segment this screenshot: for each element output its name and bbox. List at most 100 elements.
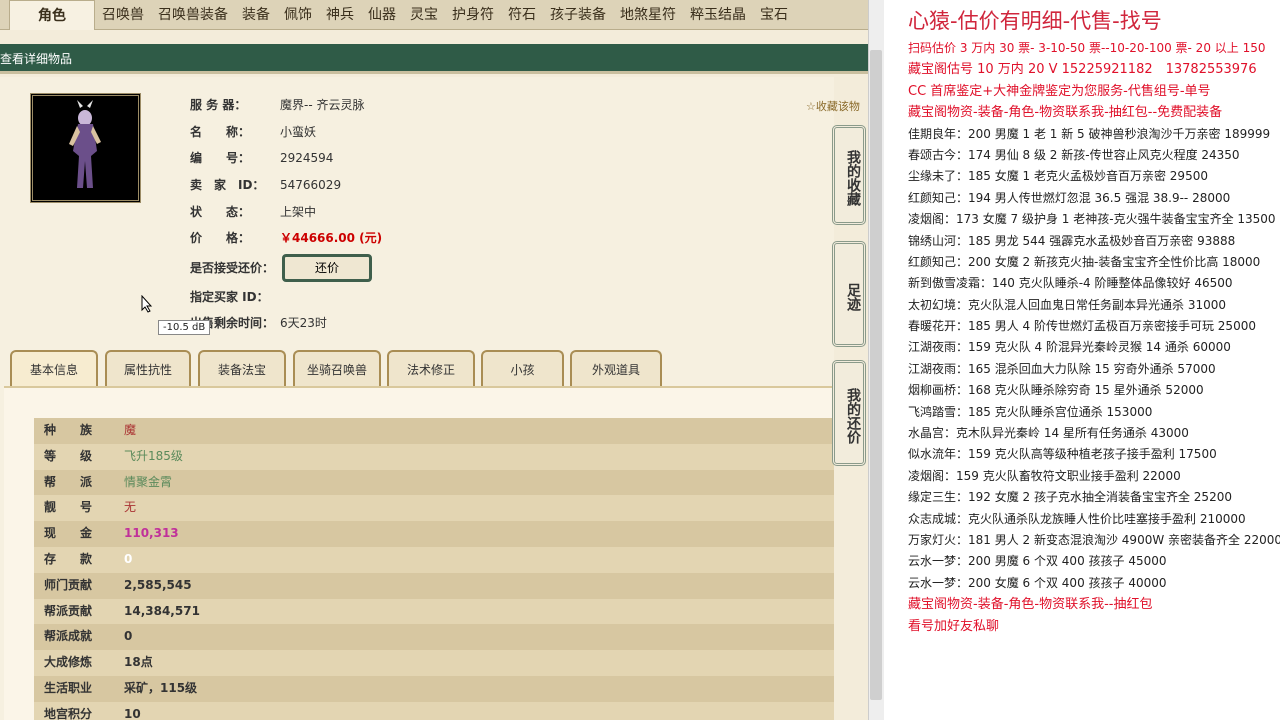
attribute-key: 现 金 [44, 526, 93, 541]
attribute-row: 地宫积分 10 [34, 701, 834, 720]
detail-tab[interactable]: 属性抗性 [105, 350, 191, 386]
server-row: 服 务 器： 魔界-- 齐云灵脉 [190, 95, 364, 115]
attribute-row: 帮 派 情聚金霄 [34, 469, 834, 496]
promo-line-text: 云水一梦：200 男魔 6 个双 400 孩孩子 45000 [908, 554, 1167, 569]
promo-line-text: 春暖花开：185 男人 4 阶传世燃灯孟极百万亲密接手可玩 25000 [908, 319, 1256, 334]
nav-tab[interactable]: 地煞星符 [613, 0, 683, 30]
promo-line: 凌烟阁：173 女魔 7 级护身 1 老神孩-克火强牛装备宝宝齐全 13500 [908, 209, 1280, 230]
promo-line: 江湖夜雨：165 混杀回血大力队除 15 穷奇外通杀 57000 [908, 359, 1280, 380]
detail-tab[interactable]: 外观道具 [570, 350, 662, 386]
side-button[interactable]: 足迹 [832, 241, 866, 347]
promo-line-text: 藏宝阁物资-装备-角色-物资联系我--抽红包 [908, 597, 1153, 613]
detail-tab[interactable]: 法术修正 [387, 350, 475, 386]
nav-tab[interactable]: 装备 [235, 0, 277, 30]
price-value: ￥44666.00 (元) [280, 231, 383, 245]
nav-tab[interactable]: 灵宝 [403, 0, 445, 30]
promo-line-text: 新到傲雪凌霜：140 克火队睡杀-4 阶睡整体品像较好 46500 [908, 276, 1233, 291]
scrollbar-thumb[interactable] [870, 50, 882, 700]
nav-tab[interactable]: 佩饰 [277, 0, 319, 30]
promo-title: 心猿-估价有明细-代售-找号 [908, 9, 1162, 33]
promo-line: CC 首席鉴定+大神金牌鉴定为您服务-代售组号-单号 [908, 81, 1280, 102]
promo-line-text: 扫码估价 3 万内 30 票- 3-10-50 票--10-20-100 票- … [908, 41, 1266, 55]
name-label: 名 称： [190, 125, 251, 139]
attribute-row: 大成修炼 18点 [34, 650, 834, 676]
side-button[interactable]: 我的收藏 [832, 125, 866, 225]
attribute-table: 种 族 魔等 级 飞升185级帮 派 情聚金霄靓 号 无现 金 110,313 存 款 0 师门… [34, 418, 834, 720]
seller-row: 卖 家 ID： 54766029 [190, 175, 341, 195]
counter-offer-button[interactable]: 还价 [282, 254, 372, 282]
promo-line-text: 似水流年：159 克火队高等级种植老孩子接手盈利 17500 [908, 447, 1217, 462]
attribute-value: 魔 [124, 423, 137, 437]
promo-line: 万家灯火：181 男人 2 新变态混浪淘沙 4900W 亲密装备齐全 22000… [908, 530, 1280, 551]
promo-line: 锦绣山河：185 男龙 544 强霹克水孟极妙音百万亲密 93888 [908, 231, 1280, 252]
nav-tab[interactable]: 宝石 [753, 0, 795, 30]
nav-tab[interactable]: 召唤兽 [95, 0, 151, 30]
promo-line: 藏宝阁物资-装备-角色-物资联系我--抽红包 [908, 594, 1280, 615]
promo-line-text: 红颜知己：194 男人传世燃灯忽混 36.5 强混 38.9-- 28000 [908, 190, 1231, 205]
nav-tab[interactable]: 孩子装备 [543, 0, 613, 30]
attribute-row: 种 族魔 [34, 418, 834, 444]
attribute-key: 存 款 [44, 551, 93, 566]
detail-header-title: 查看详细物品 [0, 52, 73, 66]
attribute-row: 生活职业 采矿，115级 [34, 675, 834, 702]
promo-line: 新到傲雪凌霜：140 克火队睡杀-4 阶睡整体品像较好 46500 [908, 273, 1280, 294]
attribute-value: 0 [124, 629, 133, 644]
promo-line-text: 江湖夜雨：165 混杀回血大力队除 15 穷奇外通杀 57000 [908, 361, 1216, 376]
promo-line: 看号加好友私聊 [908, 616, 1280, 637]
remain-value: 6天23时 [280, 316, 327, 330]
nav-tab[interactable]: 护身符 [445, 0, 501, 30]
counter-label: 是否接受还价： [190, 261, 275, 275]
attribute-value: 无 [124, 500, 137, 515]
promo-line: 江湖夜雨：159 克火队 4 阶混异光秦岭灵猴 14 通杀 60000 [908, 337, 1280, 358]
server-value: 魔界-- 齐云灵脉 [280, 98, 365, 112]
side-button[interactable]: 我的还价 [832, 360, 866, 466]
buyer-row: 指定买家 ID： [190, 287, 280, 307]
attribute-value: 0 [124, 551, 133, 566]
detail-tab[interactable]: 坐骑召唤兽 [293, 350, 381, 386]
promo-line: 红颜知己：194 男人传世燃灯忽混 36.5 强混 38.9-- 28000 [908, 188, 1280, 209]
nav-tab[interactable]: 粹玉结晶 [683, 0, 753, 30]
promo-line-text: 凌烟阁：173 女魔 7 级护身 1 老神孩-克火强牛装备宝宝齐全 13500 [908, 212, 1276, 227]
detail-tab[interactable]: 装备法宝 [198, 350, 286, 386]
nav-tab[interactable]: 召唤兽装备 [151, 0, 235, 30]
attribute-value: 14,384,571 [124, 603, 200, 618]
category-nav: 角色 召唤兽 召唤兽装备 装备 佩饰 神兵 仙器 灵宝 护身符 符石 孩子装备 地煞星符 粹玉结晶 宝石 [0, 0, 868, 30]
attribute-row: 师门贡献 2,585,545 [34, 572, 834, 599]
attribute-value: 采矿，115级 [124, 680, 198, 695]
status-value: 上架中 [280, 205, 317, 219]
nav-tab[interactable]: 神兵 [319, 0, 361, 30]
promo-line: 尘缘未了：185 女魔 1 老克火孟极妙音百万亲密 29500 [908, 166, 1280, 187]
promo-line-text: 尘缘未了：185 女魔 1 老克火孟极妙音百万亲密 29500 [908, 169, 1208, 184]
character-figure-icon [69, 100, 101, 188]
promo-line: 似水流年：159 克火队高等级种植老孩子接手盈利 17500 [908, 444, 1280, 465]
promo-line-text: 飞鸿踏雪：185 克火队睡杀宫位通杀 153000 [908, 404, 1153, 419]
attribute-row: 现 金 110,313 [34, 521, 834, 547]
favorite-link[interactable]: ☆收藏该物 [806, 98, 860, 114]
attribute-key: 地宫积分 [44, 706, 93, 720]
promo-line: 凌烟阁：159 克火队畜牧符文职业接手盈利 22000 [908, 466, 1280, 487]
nav-tab[interactable]: 仙器 [361, 0, 403, 30]
attribute-key: 大成修炼 [44, 655, 93, 670]
promo-line-text: 佳期良年：200 男魔 1 老 1 新 5 破神兽秒浪淘沙千万亲密 189999 [908, 126, 1271, 141]
attribute-key: 靓 号 [44, 500, 93, 515]
promo-line-text: 太初幻境：克火队混人回血鬼日常任务副本异光通杀 31000 [908, 297, 1226, 312]
character-avatar [30, 93, 141, 203]
promo-line: 众志成城：克火队通杀队龙族睡人性价比哇塞接手盈利 210000 [908, 509, 1280, 530]
attribute-row: 存 款 0 [34, 546, 834, 573]
detail-tab[interactable]: 小孩 [481, 350, 564, 386]
promo-line-text: CC 首席鉴定+大神金牌鉴定为您服务-代售组号-单号 [908, 83, 1211, 99]
promo-line-text: 春颂古今：174 男仙 8 级 2 新孩-传世容止风克火程度 24350 [908, 147, 1240, 162]
promo-line: 云水一梦：200 女魔 6 个双 400 孩孩子 40000 [908, 573, 1280, 594]
promo-line-text: 云水一梦：200 女魔 6 个双 400 孩孩子 40000 [908, 575, 1167, 590]
promo-line-text: 锦绣山河：185 男龙 544 强霹克水孟极妙音百万亲密 93888 [908, 233, 1236, 248]
nav-tab[interactable]: 角色 [9, 0, 95, 30]
promo-lines: 扫码估价 3 万内 30 票- 3-10-50 票--10-20-100 票- … [908, 38, 1280, 637]
id-row: 编 号： 2924594 [190, 148, 333, 168]
promo-line-text: 缘定三生：192 女魔 2 孩子克水抽全消装备宝宝齐全 25200 [908, 490, 1232, 505]
promo-line: 飞鸿踏雪：185 克火队睡杀宫位通杀 153000 [908, 402, 1280, 423]
attribute-key: 等 级 [44, 448, 93, 463]
price-label: 价 格： [190, 231, 251, 245]
promo-line-text: 看号加好友私聊 [908, 618, 1000, 634]
nav-tab[interactable]: 符石 [501, 0, 543, 30]
detail-tab[interactable]: 基本信息 [10, 350, 98, 386]
